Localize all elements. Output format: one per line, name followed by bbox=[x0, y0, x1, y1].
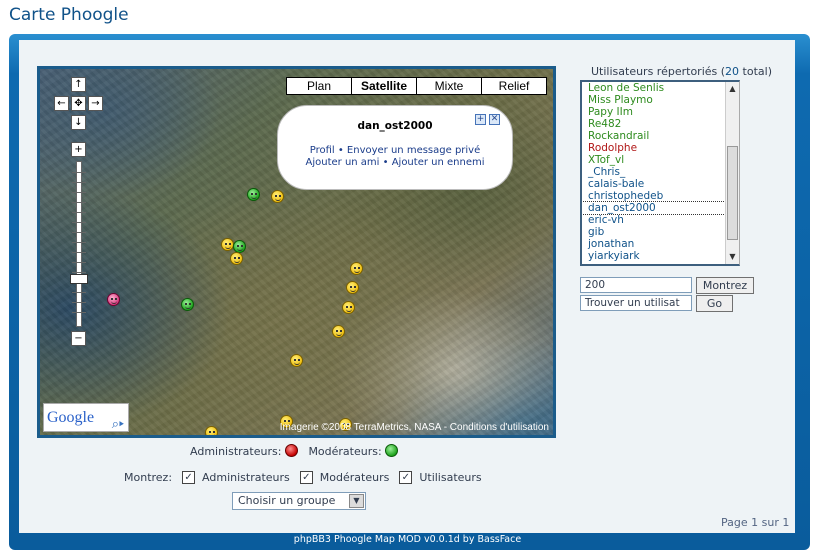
map-type-satellite-button[interactable]: Satellite bbox=[351, 77, 417, 95]
user-list-item[interactable]: calais-bale bbox=[582, 178, 739, 190]
users-count: 20 bbox=[725, 65, 740, 78]
info-window: + ✕ dan_ost2000 Profil • Envoyer un mess… bbox=[277, 105, 513, 190]
user-list-item[interactable]: dan_ost2000 bbox=[582, 201, 739, 215]
map-marker-user[interactable] bbox=[107, 293, 120, 306]
filter-mods-checkbox[interactable]: ✓ bbox=[299, 471, 313, 484]
map-marker-moderator[interactable] bbox=[247, 188, 260, 201]
scroll-down-icon[interactable]: ▼ bbox=[726, 250, 739, 264]
user-list-item[interactable]: yiarkyiark bbox=[582, 250, 739, 262]
map-marker-user[interactable] bbox=[230, 252, 243, 265]
zoom-slider-track[interactable] bbox=[72, 161, 86, 327]
map-marker-moderator[interactable] bbox=[181, 298, 194, 311]
user-list-item[interactable]: _Chris_ bbox=[582, 166, 739, 178]
go-button[interactable]: Go bbox=[696, 295, 733, 312]
user-list[interactable]: Leon de Senlis Miss Playmo Papy IIm Re482 Ro… bbox=[580, 80, 740, 266]
user-list-item[interactable]: Re482 bbox=[582, 118, 739, 130]
moderator-marker-icon bbox=[385, 444, 399, 457]
group-select[interactable]: Choisir un groupe ▼ bbox=[232, 492, 366, 510]
user-list-item[interactable]: XTof_vl bbox=[582, 154, 739, 166]
users-heading-prefix: Utilisateurs répertoriés ( bbox=[591, 65, 726, 78]
map-marker-user[interactable] bbox=[205, 426, 218, 435]
admin-marker-icon bbox=[284, 444, 298, 457]
filter-admins-checkbox[interactable]: ✓ bbox=[182, 471, 196, 484]
pagination: Page 1 sur 1 bbox=[721, 516, 790, 529]
pan-left-icon[interactable]: ← bbox=[54, 96, 69, 111]
user-list-item[interactable]: gib bbox=[582, 226, 739, 238]
map-marker-user[interactable] bbox=[342, 301, 355, 314]
map-view[interactable]: Plan Satellite Mixte Relief ↑ ← ✥ → ↓ + … bbox=[37, 66, 556, 438]
chevron-down-icon[interactable]: ▼ bbox=[349, 494, 364, 508]
user-limit-input[interactable]: 200 bbox=[580, 277, 692, 293]
info-window-links-primary[interactable]: Profil • Envoyer un message privé bbox=[278, 145, 512, 157]
map-type-mixte-button[interactable]: Mixte bbox=[416, 77, 482, 95]
map-type-plan-button[interactable]: Plan bbox=[286, 77, 352, 95]
legend-mods-label: Modérateurs: bbox=[308, 445, 382, 458]
user-list-item[interactable]: Rockandrail bbox=[582, 130, 739, 142]
user-list-item[interactable]: eric-vh bbox=[582, 214, 739, 226]
users-heading-suffix: total) bbox=[739, 65, 772, 78]
filter-users-label: Utilisateurs bbox=[419, 471, 482, 484]
info-window-links-secondary[interactable]: Ajouter un ami • Ajouter un ennemi bbox=[278, 157, 512, 169]
pan-center-icon[interactable]: ✥ bbox=[71, 96, 86, 111]
pan-right-icon[interactable]: → bbox=[88, 96, 103, 111]
user-list-scrollbar[interactable]: ▲ ▼ bbox=[725, 82, 739, 264]
scroll-up-icon[interactable]: ▲ bbox=[726, 82, 739, 96]
filter-admins-label: Administrateurs bbox=[202, 471, 290, 484]
close-icon[interactable]: ✕ bbox=[489, 114, 500, 125]
maximize-icon[interactable]: + bbox=[475, 114, 486, 125]
find-user-input[interactable]: Trouver un utilisat bbox=[580, 295, 692, 311]
map-attribution[interactable]: Imagerie ©2008 TerraMetrics, NASA - Cond… bbox=[280, 422, 549, 433]
zoom-slider-handle[interactable] bbox=[70, 274, 88, 284]
footer: phpBB3 Phoogle Map MOD v0.0.1d by BassFa… bbox=[293, 534, 522, 545]
user-list-item[interactable]: Rodolphe bbox=[582, 142, 739, 154]
show-users-button[interactable]: Montrez bbox=[696, 277, 754, 294]
group-select-value: Choisir un groupe bbox=[238, 494, 336, 507]
map-marker-user[interactable] bbox=[290, 354, 303, 367]
pan-up-icon[interactable]: ↑ bbox=[71, 77, 86, 92]
user-list-item[interactable]: jonathan bbox=[582, 238, 739, 250]
pan-down-icon[interactable]: ↓ bbox=[71, 115, 86, 130]
users-heading: Utilisateurs répertoriés (20 total) bbox=[591, 65, 772, 78]
map-marker-user[interactable] bbox=[346, 281, 359, 294]
legend-admins-label: Administrateurs: bbox=[190, 445, 282, 458]
filters-label: Montrez: bbox=[124, 471, 173, 484]
filter-mods-label: Modérateurs bbox=[319, 471, 390, 484]
marker-legend: Administrateurs: Modérateurs: bbox=[190, 444, 399, 458]
user-list-item[interactable]: Papy IIm bbox=[582, 106, 739, 118]
map-marker-user[interactable] bbox=[271, 190, 284, 203]
map-type-bar: Plan Satellite Mixte Relief bbox=[286, 77, 547, 95]
user-list-item[interactable]: Leon de Senlis bbox=[582, 82, 739, 94]
google-logo[interactable]: Google ⌕▸ bbox=[43, 403, 129, 432]
filter-users-checkbox[interactable]: ✓ bbox=[399, 471, 413, 484]
map-marker-user[interactable] bbox=[221, 238, 234, 251]
pan-control: ↑ ← ✥ → ↓ bbox=[50, 77, 108, 135]
google-logo-text: Google bbox=[47, 409, 95, 426]
map-marker-user[interactable] bbox=[350, 262, 363, 275]
user-list-item[interactable]: Miss Playmo bbox=[582, 94, 739, 106]
user-list-item[interactable]: christophedeb bbox=[582, 190, 739, 202]
scroll-thumb[interactable] bbox=[727, 146, 738, 240]
map-marker-user[interactable] bbox=[332, 325, 345, 338]
page-title: Carte Phoogle bbox=[9, 5, 129, 25]
magnifier-icon: ⌕▸ bbox=[111, 416, 124, 431]
zoom-out-icon[interactable]: − bbox=[71, 331, 86, 346]
map-type-relief-button[interactable]: Relief bbox=[481, 77, 547, 95]
marker-filters: Montrez: ✓ Administrateurs ✓ Modérateurs… bbox=[124, 471, 482, 484]
zoom-in-icon[interactable]: + bbox=[71, 142, 86, 157]
